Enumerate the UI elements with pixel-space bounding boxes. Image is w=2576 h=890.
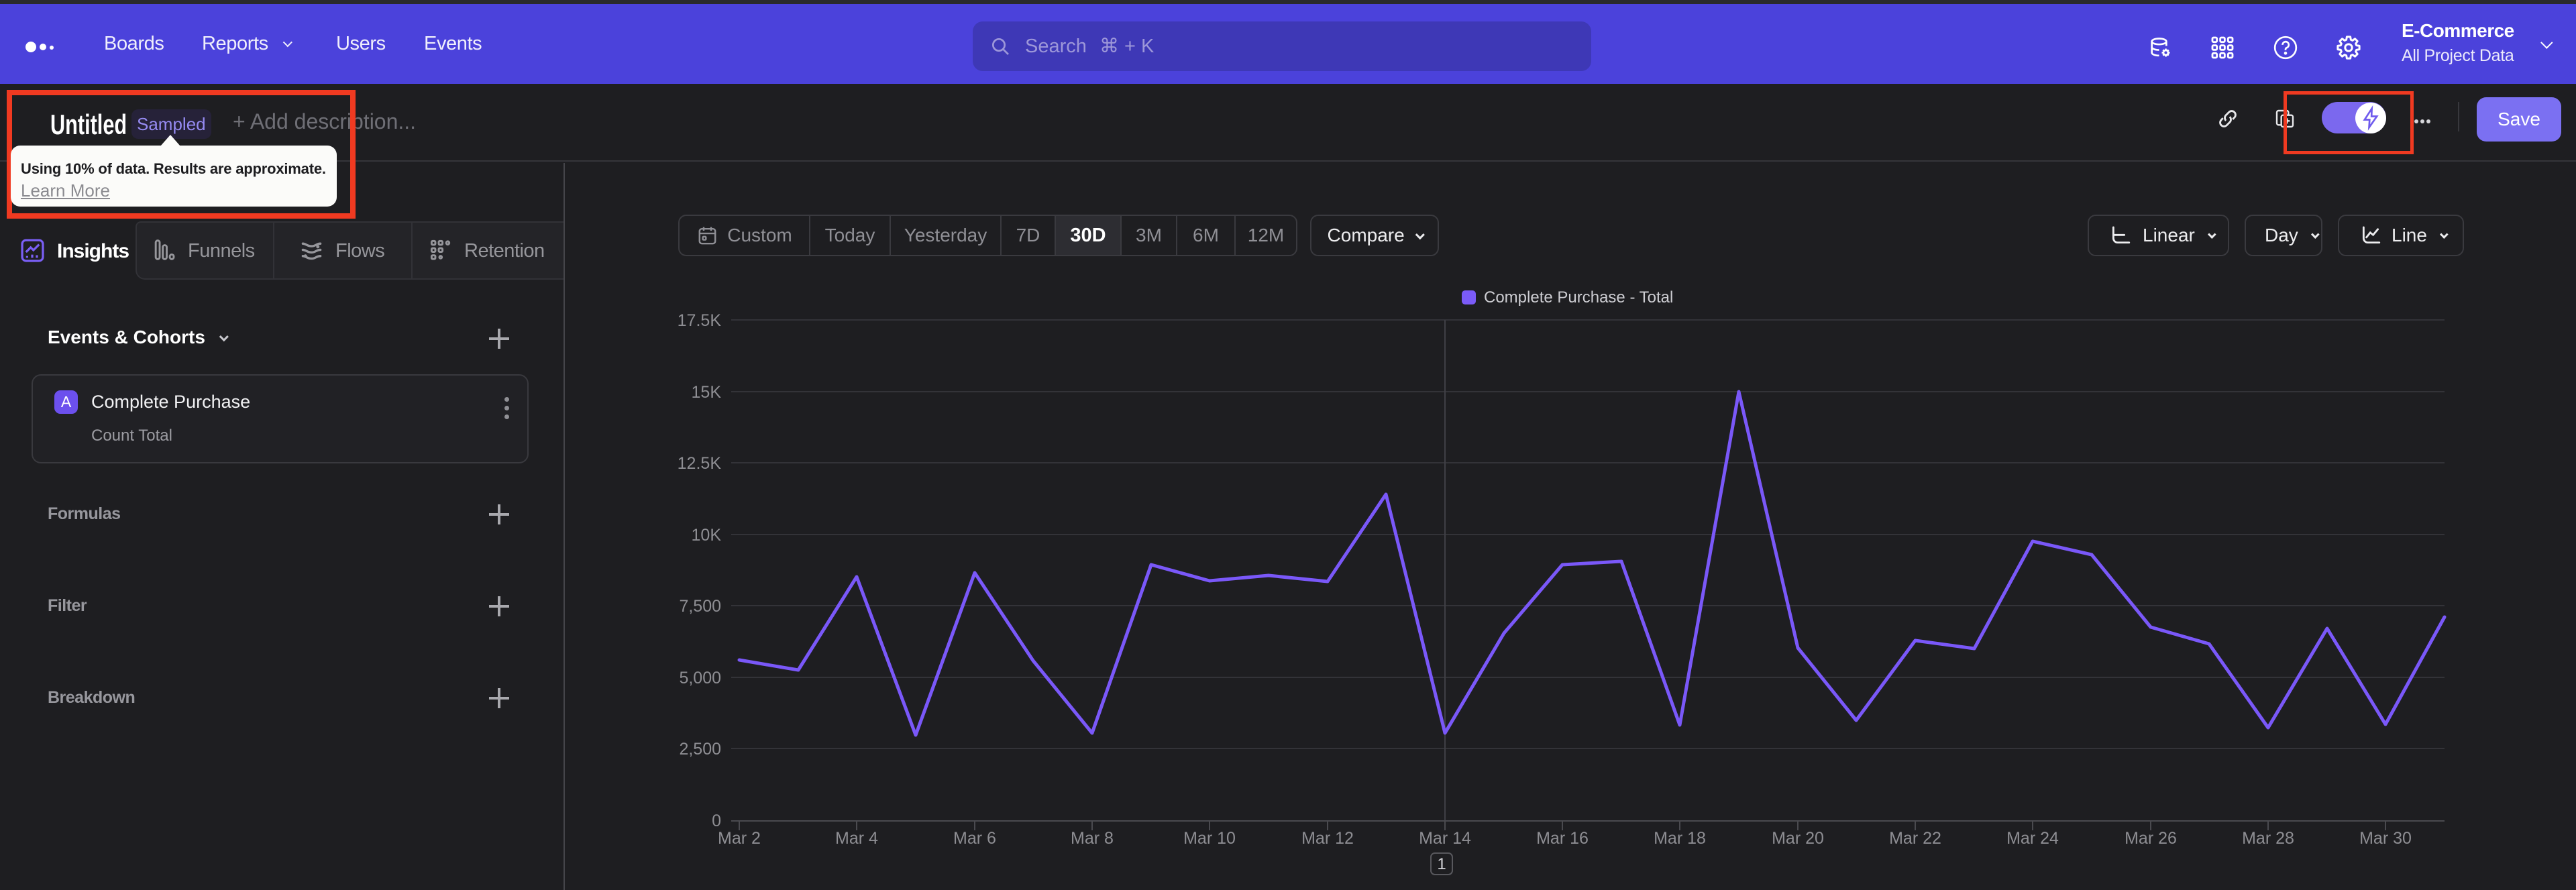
svg-text:5,000: 5,000 xyxy=(679,669,721,687)
svg-text:0: 0 xyxy=(712,812,721,830)
svg-text:Mar 2: Mar 2 xyxy=(718,829,761,848)
svg-text:Mar 8: Mar 8 xyxy=(1071,829,1114,848)
svg-text:1: 1 xyxy=(1437,855,1446,873)
svg-text:Mar 18: Mar 18 xyxy=(1654,829,1706,848)
svg-text:15K: 15K xyxy=(692,383,722,402)
svg-text:Mar 22: Mar 22 xyxy=(1889,829,1941,848)
svg-text:Mar 12: Mar 12 xyxy=(1301,829,1354,848)
svg-text:17.5K: 17.5K xyxy=(678,311,722,330)
svg-text:Mar 16: Mar 16 xyxy=(1536,829,1589,848)
svg-text:10K: 10K xyxy=(692,526,722,545)
svg-text:2,500: 2,500 xyxy=(679,740,721,759)
svg-text:Mar 10: Mar 10 xyxy=(1183,829,1236,848)
svg-text:Mar 20: Mar 20 xyxy=(1772,829,1824,848)
svg-text:Mar 14: Mar 14 xyxy=(1419,829,1471,848)
svg-text:Mar 30: Mar 30 xyxy=(2359,829,2412,848)
svg-text:12.5K: 12.5K xyxy=(678,454,722,473)
svg-text:Mar 28: Mar 28 xyxy=(2242,829,2294,848)
svg-text:Mar 26: Mar 26 xyxy=(2125,829,2177,848)
svg-text:Mar 24: Mar 24 xyxy=(2006,829,2059,848)
svg-text:Mar 4: Mar 4 xyxy=(835,829,878,848)
svg-text:Mar 6: Mar 6 xyxy=(953,829,996,848)
svg-text:7,500: 7,500 xyxy=(679,597,721,616)
